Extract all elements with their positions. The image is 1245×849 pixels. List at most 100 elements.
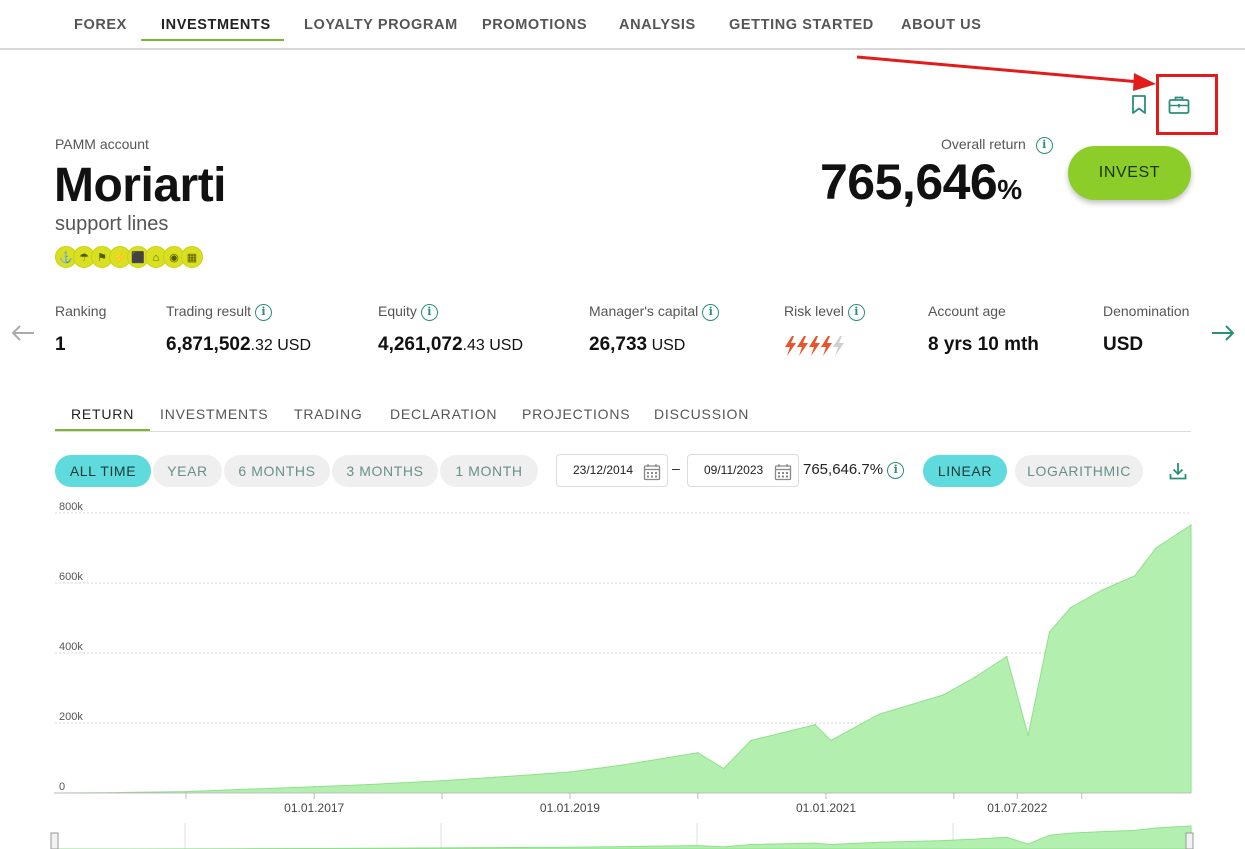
date-from-value: 23/12/2014 [573,463,634,477]
ranking-value: 1 [55,334,66,355]
annotation-arrow [856,55,1156,91]
chart-navigator-area [55,825,1192,849]
risk-level-label-text: Risk level [784,303,844,319]
badge-building-icon[interactable]: ▦ [181,246,203,268]
overall-return-value: 765,646% [820,150,1022,222]
overall-return-number: 765,646 [820,154,998,210]
calendar-icon[interactable] [643,462,661,493]
managers-capital-currency: USD [647,337,686,354]
chart-x-tick-label: 01.07.2022 [987,801,1047,815]
invest-button[interactable]: INVEST [1068,146,1191,200]
chart-point [1048,631,1051,633]
tab-projections[interactable]: PROJECTIONS [522,396,630,431]
chart-x-tick-label: 01.01.2017 [284,801,344,815]
arrow-right-icon[interactable] [1210,320,1236,353]
chart-point [722,767,725,770]
chart-y-tick-label: 400k [59,641,83,653]
chart-point [366,783,368,786]
date-to-field[interactable]: 09/11/2023 [687,454,799,487]
risk-level-value [784,334,848,364]
chart-point [942,694,944,696]
download-icon[interactable] [1166,459,1190,483]
tab-discussion[interactable]: DISCUSSION [654,396,749,431]
equity-value: 4,261,072.43 USD [378,334,523,356]
risk-bolt-filled [821,336,832,356]
scale-logarithmic[interactable]: LOGARITHMIC [1015,455,1143,487]
risk-bolt-filled [809,336,820,356]
date-from-field[interactable]: 23/12/2014 [556,454,668,487]
account-name: Moriarti [54,159,227,212]
equity-label: Equity i [378,303,438,321]
chart-point [1005,655,1008,658]
arrow-left-icon[interactable] [10,320,36,353]
info-icon[interactable]: i [254,303,272,321]
chart-point [494,776,496,779]
tab-trading[interactable]: TRADING [294,396,363,431]
trading-result-dec: .32 [250,337,273,354]
chart-y-tick-label: 200k [59,711,83,723]
chart-point [185,790,187,793]
tab-return[interactable]: RETURN [55,396,151,431]
navigator-handle-right[interactable] [1185,832,1194,849]
scale-linear[interactable]: LINEAR [923,455,1007,487]
chart-x-tick-label: 01.01.2021 [796,801,856,815]
trading-result-value: 6,871,502.32 USD [166,334,311,356]
info-icon[interactable]: i [847,303,865,321]
period-3-months[interactable]: 3 MONTHS [332,455,438,487]
risk-bolt-filled [785,336,796,356]
managers-capital-int: 26,733 [589,334,648,355]
trading-result-currency: USD [272,337,312,354]
briefcase-icon[interactable] [1166,92,1192,118]
risk-bolt-filled [797,336,808,356]
tab-investments[interactable]: INVESTMENTS [160,396,268,431]
period-6-months[interactable]: 6 MONTHS [224,455,330,487]
chart-point [814,723,816,726]
tab-declaration[interactable]: DECLARATION [390,396,497,431]
chart-point [750,739,752,742]
date-to-value: 09/11/2023 [704,463,764,477]
trading-result-label: Trading result i [166,303,272,321]
chart-point [441,779,443,782]
chart-point [238,788,241,791]
ranking-label: Ranking [55,303,107,319]
managers-capital-label: Manager's capital i [589,303,720,321]
period-all-time[interactable]: ALL TIME [55,455,151,487]
bookmark-icon[interactable] [1128,94,1150,116]
period-1-month[interactable]: 1 MONTH [440,455,538,487]
equity-label-text: Equity [378,303,417,319]
chart-point [1133,575,1136,577]
account-strategy: support lines [55,213,169,235]
chart-point [1155,547,1157,549]
chart-y-tick-label: 600k [59,571,83,583]
info-icon[interactable]: i [420,303,438,321]
managers-capital-value: 26,733 USD [589,334,685,356]
denomination-label: Denomination [1103,303,1190,319]
period-year[interactable]: YEAR [153,455,222,487]
info-icon[interactable]: i [887,461,905,479]
chart-point [569,771,571,773]
chart-y-tick-label: 800k [59,501,83,513]
chart-y-tick-label: 0 [59,781,65,793]
equity-currency: USD [484,337,524,354]
date-range-separator: – [672,460,680,476]
chart-point [878,713,880,716]
account-type: PAMM account [55,136,149,152]
info-icon[interactable]: i [1035,136,1053,154]
chart-point [622,764,624,766]
account-age-label: Account age [928,303,1006,319]
managers-capital-label-text: Manager's capital [589,303,699,319]
equity-dec: .43 [462,337,485,354]
return-chart: 0 200k 400k 600k 800k 01.01.2017 01.01.2019 01.… [50,501,1194,849]
range-return: 765,646.7% i [803,461,905,479]
info-icon[interactable]: i [702,303,720,321]
chart-point [830,739,832,742]
calendar-icon[interactable] [774,462,792,493]
account-badges: ⚓ ☂ ⚑ ⚡ ⬛ ⌂ ◉ ▦ [55,246,203,268]
risk-bolt-empty [833,336,844,356]
risk-level-label: Risk level i [784,303,865,321]
content-tabs: RETURN INVESTMENTS TRADING DECLARATION P… [55,396,1191,432]
navigator-handle-left[interactable] [50,832,59,849]
chart-x-tick-label: 01.01.2019 [540,801,600,815]
chart-point [313,785,316,788]
risk-level-bolts [785,336,844,356]
